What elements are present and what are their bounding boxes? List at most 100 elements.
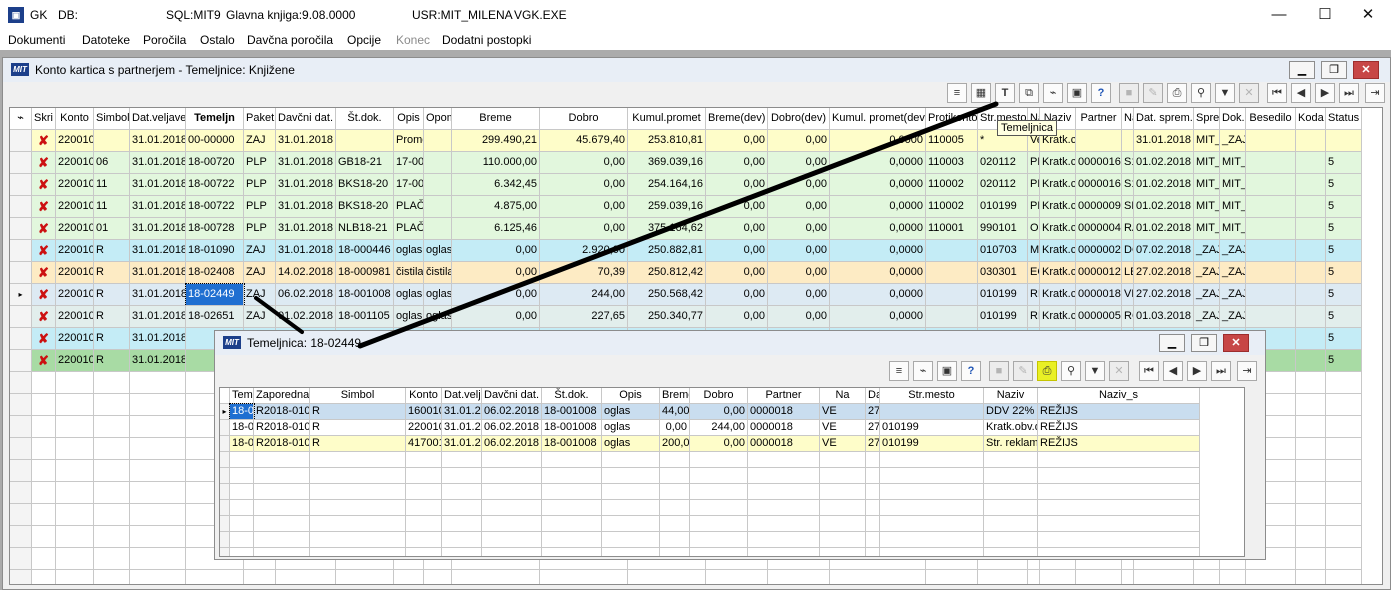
column-header[interactable]: Temeljn xyxy=(186,108,244,130)
row-selector[interactable] xyxy=(10,152,32,174)
document-icon[interactable]: ≡ xyxy=(889,361,909,381)
sub-minimize-button[interactable]: ▁ xyxy=(1159,334,1185,352)
column-header[interactable]: Opis xyxy=(602,388,660,404)
column-header[interactable]: Besedilo xyxy=(1246,108,1296,130)
table-row[interactable]: ✘ 220010 11 31.01.2018 18-00722 PLP 31.01.2018… xyxy=(10,174,1362,196)
column-header[interactable]: Konto xyxy=(56,108,94,130)
window-restore-button[interactable]: ❐ xyxy=(1321,61,1347,79)
column-header[interactable]: Kumul.promet xyxy=(628,108,706,130)
attachment-icon[interactable]: ⌁ xyxy=(913,361,933,381)
menu-datoteke[interactable]: Datoteke xyxy=(82,33,130,47)
table-row[interactable]: 18-02449R2018-01027R41700131.01.201806.0… xyxy=(220,436,1200,452)
window-close-button[interactable]: ✕ xyxy=(1353,61,1379,79)
column-header[interactable]: Dat. sprem. xyxy=(866,388,880,404)
column-header[interactable]: Št.dok. xyxy=(542,388,602,404)
column-header[interactable]: Kumul. promet(dev) xyxy=(830,108,926,130)
row-selector[interactable] xyxy=(10,328,32,350)
column-header[interactable]: Na xyxy=(820,388,866,404)
window-minimize-button[interactable]: ▁ xyxy=(1289,61,1315,79)
maximize-button[interactable]: ☐ xyxy=(1302,4,1348,26)
row-selector[interactable]: ▸ xyxy=(10,284,32,306)
column-header[interactable]: Protikonto xyxy=(926,108,978,130)
column-header[interactable]: Davčni dat. xyxy=(276,108,336,130)
column-header[interactable]: Dok.p xyxy=(1220,108,1246,130)
menu-dodatni-postopki[interactable]: Dodatni postopki xyxy=(442,33,531,47)
column-header[interactable]: Paket xyxy=(244,108,276,130)
row-selector[interactable] xyxy=(10,262,32,284)
card-icon[interactable]: ▣ xyxy=(937,361,957,381)
column-header[interactable]: Breme(dev) xyxy=(706,108,768,130)
first-record-icon[interactable]: ⏮ xyxy=(1139,361,1159,381)
column-header[interactable]: Skri xyxy=(32,108,56,130)
filter-icon[interactable]: ▼ xyxy=(1085,361,1105,381)
exit-icon[interactable]: ⇥ xyxy=(1365,83,1385,103)
last-record-icon[interactable]: ⏭ xyxy=(1339,83,1359,103)
column-header[interactable]: Dat. sprem. xyxy=(1134,108,1194,130)
help-icon[interactable]: ? xyxy=(961,361,981,381)
document-icon[interactable]: ≡ xyxy=(947,83,967,103)
row-selector[interactable] xyxy=(10,350,32,372)
sub-close-button[interactable]: ✕ xyxy=(1223,334,1249,352)
column-header[interactable]: Partner xyxy=(748,388,820,404)
table-row[interactable]: ✘ 220010 01 31.01.2018 18-00728 PLP 31.01.2018… xyxy=(10,218,1362,240)
print-icon[interactable]: ⎙ xyxy=(1037,361,1057,381)
table-row[interactable]: ✘ 220010 R 31.01.2018 18-01090 ZAJ 31.01.2018 1… xyxy=(10,240,1362,262)
first-record-icon[interactable]: ⏮ xyxy=(1267,83,1287,103)
column-header[interactable]: Simbol xyxy=(310,388,406,404)
next-record-icon[interactable]: ▶ xyxy=(1187,361,1207,381)
column-header[interactable]: Dobro xyxy=(690,388,748,404)
column-header[interactable]: Breme xyxy=(452,108,540,130)
column-header[interactable]: Dat.veljave xyxy=(130,108,186,130)
column-header[interactable]: Temeljnica xyxy=(230,388,254,404)
menu-davcna-porocila[interactable]: Davčna poročila xyxy=(247,33,333,47)
last-record-icon[interactable]: ⏭ xyxy=(1211,361,1231,381)
column-header[interactable]: Dobro xyxy=(540,108,628,130)
table-row[interactable]: ✘ 220010 31.01.2018 00-00000 ZAJ 31.01.2018 Pr… xyxy=(10,130,1362,152)
row-selector[interactable] xyxy=(10,130,32,152)
column-header[interactable]: Zaporedna številka xyxy=(254,388,310,404)
column-header[interactable]: Spre xyxy=(1194,108,1220,130)
close-button[interactable]: ✕ xyxy=(1345,4,1391,26)
column-header[interactable]: Opis xyxy=(394,108,424,130)
temeljnica-icon[interactable]: T xyxy=(995,83,1015,103)
table-row[interactable]: ✘ 220010 R 31.01.2018 18-02408 ZAJ 14.02.2018 1… xyxy=(10,262,1362,284)
menu-dokumenti[interactable]: Dokumenti xyxy=(8,33,65,47)
column-header[interactable]: Opom xyxy=(424,108,452,130)
table-row[interactable]: ▸ ✘ 220010 R 31.01.2018 18-02449 ZAJ 06.02.2018… xyxy=(10,283,1362,307)
column-header[interactable]: Na xyxy=(1122,108,1134,130)
attachment-column-icon[interactable]: ⌁ xyxy=(10,108,32,130)
column-header[interactable]: Davčni dat. xyxy=(482,388,542,404)
column-header[interactable]: Status xyxy=(1326,108,1362,130)
card-icon[interactable]: ▣ xyxy=(1067,83,1087,103)
row-selector[interactable] xyxy=(220,420,230,436)
column-header[interactable]: Partner xyxy=(1076,108,1122,130)
table-row[interactable]: ✘ 220010 R 31.01.2018 18-02651 ZAJ 01.02.2018 1… xyxy=(10,306,1362,328)
next-record-icon[interactable]: ▶ xyxy=(1315,83,1335,103)
prev-record-icon[interactable]: ◀ xyxy=(1163,361,1183,381)
column-header[interactable]: Dat.veljave xyxy=(442,388,482,404)
column-header[interactable]: Naziv xyxy=(984,388,1038,404)
filter-icon[interactable]: ▼ xyxy=(1215,83,1235,103)
menu-ostalo[interactable]: Ostalo xyxy=(200,33,235,47)
row-selector[interactable] xyxy=(10,174,32,196)
menu-porocila[interactable]: Poročila xyxy=(143,33,186,47)
row-selector[interactable] xyxy=(220,436,230,452)
minimize-button[interactable]: — xyxy=(1256,4,1302,26)
column-header[interactable]: Naziv_s xyxy=(1038,388,1200,404)
column-header[interactable]: Koda xyxy=(1296,108,1326,130)
exit-icon[interactable]: ⇥ xyxy=(1237,361,1257,381)
attachment-icon[interactable]: ⌁ xyxy=(1043,83,1063,103)
search-icon[interactable]: ⚲ xyxy=(1191,83,1211,103)
row-selector[interactable] xyxy=(10,196,32,218)
table-row[interactable]: 18-02449R2018-01027R22001031.01.201806.0… xyxy=(220,420,1200,436)
search-icon[interactable]: ⚲ xyxy=(1061,361,1081,381)
column-header[interactable]: Konto xyxy=(406,388,442,404)
print-icon[interactable]: ⎙ xyxy=(1167,83,1187,103)
row-selector[interactable] xyxy=(10,240,32,262)
row-selector[interactable] xyxy=(10,306,32,328)
sub-restore-button[interactable]: ❐ xyxy=(1191,334,1217,352)
row-selector[interactable]: ▸ xyxy=(220,404,230,420)
prev-record-icon[interactable]: ◀ xyxy=(1291,83,1311,103)
column-header[interactable]: Št.dok. xyxy=(336,108,394,130)
table-row[interactable]: ✘ 220010 06 31.01.2018 18-00720 PLP 31.01.2018… xyxy=(10,152,1362,174)
